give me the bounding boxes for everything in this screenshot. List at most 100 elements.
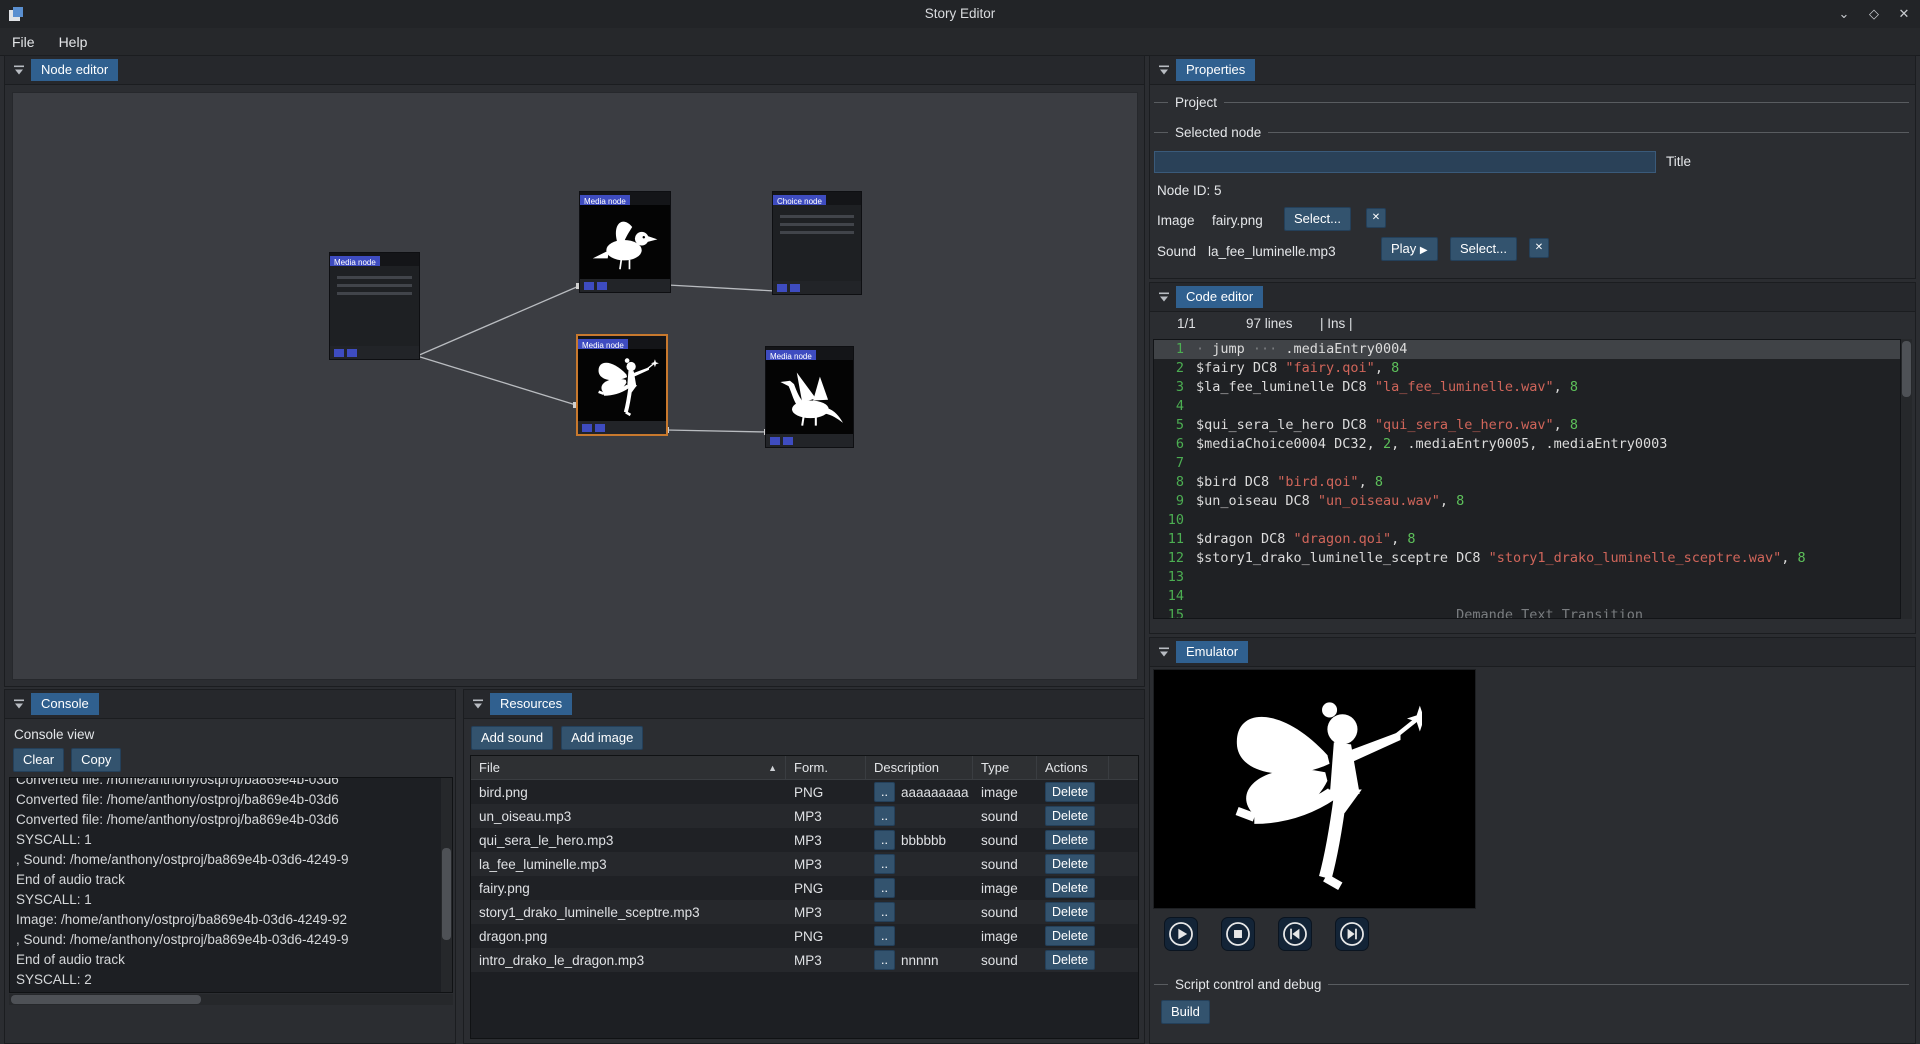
edit-description-button[interactable]: ..: [874, 926, 895, 947]
table-row[interactable]: dragon.pngPNG..imageDelete: [471, 924, 1138, 948]
sound-play-button[interactable]: Play ▶: [1381, 237, 1438, 261]
next-button[interactable]: [1335, 917, 1369, 951]
edit-description-button[interactable]: ..: [874, 950, 895, 971]
delete-button[interactable]: Delete: [1045, 806, 1095, 827]
graph-node-fairy[interactable]: Media node: [576, 334, 668, 436]
delete-button[interactable]: Delete: [1045, 926, 1095, 947]
table-row[interactable]: intro_drako_le_dragon.mp3MP3..nnnnnsound…: [471, 948, 1138, 972]
node-mini-button[interactable]: [334, 349, 344, 357]
node-field-bar: [780, 223, 854, 226]
tab-console[interactable]: Console: [31, 693, 99, 715]
table-row[interactable]: story1_drako_luminelle_sceptre.mp3MP3..s…: [471, 900, 1138, 924]
collapse-icon[interactable]: [1157, 645, 1171, 659]
scrollbar-thumb[interactable]: [1902, 341, 1911, 397]
delete-button[interactable]: Delete: [1045, 854, 1095, 875]
title-input[interactable]: [1154, 151, 1656, 173]
node-mini-button[interactable]: [790, 284, 800, 292]
clear-button[interactable]: Clear: [13, 748, 64, 772]
console-horizontal-scrollbar[interactable]: [9, 994, 453, 1005]
line-number: 12: [1154, 549, 1184, 568]
menu-file[interactable]: File: [0, 30, 47, 54]
collapse-icon[interactable]: [1157, 63, 1171, 77]
node-mini-button[interactable]: [770, 437, 780, 445]
node-mini-button[interactable]: [582, 424, 592, 432]
image-clear-button[interactable]: ✕: [1366, 208, 1386, 228]
node-editor-header: Node editor: [5, 56, 1144, 85]
column-header-description[interactable]: Description: [866, 756, 973, 779]
play-button[interactable]: [1164, 917, 1198, 951]
column-header-file[interactable]: File ▲: [471, 756, 786, 779]
tab-resources[interactable]: Resources: [490, 693, 572, 715]
edit-description-button[interactable]: ..: [874, 830, 895, 851]
collapse-icon[interactable]: [12, 697, 26, 711]
cell-format: MP3: [786, 905, 866, 920]
table-row[interactable]: bird.pngPNG..aaaaaaaaaimageDelete: [471, 780, 1138, 804]
delete-button[interactable]: Delete: [1045, 950, 1095, 971]
delete-button[interactable]: Delete: [1045, 878, 1095, 899]
column-header-actions[interactable]: Actions: [1037, 756, 1109, 779]
graph-node-bird[interactable]: Media node: [579, 191, 671, 293]
delete-button[interactable]: Delete: [1045, 902, 1095, 923]
graph-node-choice[interactable]: Choice node: [772, 191, 862, 295]
node-mini-button[interactable]: [347, 349, 357, 357]
tab-node-editor[interactable]: Node editor: [31, 59, 118, 81]
edit-description-button[interactable]: ..: [874, 782, 895, 803]
console-vertical-scrollbar[interactable]: [441, 778, 452, 993]
title-input-label: Title: [1666, 154, 1691, 169]
copy-button[interactable]: Copy: [71, 748, 121, 772]
minimize-button[interactable]: ⌄: [1834, 4, 1854, 24]
menu-help[interactable]: Help: [47, 30, 100, 54]
node-mini-button[interactable]: [777, 284, 787, 292]
window-title: Story Editor: [0, 6, 1920, 21]
add-sound-button[interactable]: Add sound: [471, 726, 553, 750]
tab-emulator[interactable]: Emulator: [1176, 641, 1248, 663]
code-vertical-scrollbar[interactable]: [1901, 339, 1912, 619]
edit-description-button[interactable]: ..: [874, 878, 895, 899]
cell-file: intro_drako_le_dragon.mp3: [471, 953, 786, 968]
node-mini-button[interactable]: [597, 282, 607, 290]
panel-properties: Properties Project Selected node Title N…: [1149, 55, 1916, 279]
collapse-icon[interactable]: [1157, 290, 1171, 304]
collapse-icon[interactable]: [12, 63, 26, 77]
build-button[interactable]: Build: [1161, 1000, 1210, 1024]
collapse-icon[interactable]: [471, 697, 485, 711]
node-image: [766, 360, 853, 434]
menubar: File Help: [0, 28, 1920, 56]
console-line: Converted file: /home/anthony/ostproj/ba…: [16, 790, 452, 810]
column-header-format[interactable]: Form.: [786, 756, 866, 779]
graph-node-dragon[interactable]: Media node: [765, 346, 854, 448]
delete-button[interactable]: Delete: [1045, 782, 1095, 803]
delete-button[interactable]: Delete: [1045, 830, 1095, 851]
table-row[interactable]: la_fee_luminelle.mp3MP3..soundDelete: [471, 852, 1138, 876]
column-header-type[interactable]: Type: [973, 756, 1037, 779]
node-mini-button[interactable]: [584, 282, 594, 290]
tab-properties[interactable]: Properties: [1176, 59, 1255, 81]
add-image-button[interactable]: Add image: [561, 726, 643, 750]
previous-button[interactable]: [1278, 917, 1312, 951]
node-mini-button[interactable]: [783, 437, 793, 445]
scrollbar-thumb[interactable]: [442, 848, 451, 940]
stop-button[interactable]: [1221, 917, 1255, 951]
sound-select-button[interactable]: Select...: [1450, 237, 1517, 261]
cell-file: la_fee_luminelle.mp3: [471, 857, 786, 872]
table-row[interactable]: qui_sera_le_hero.mp3MP3..bbbbbbsoundDele…: [471, 828, 1138, 852]
sound-clear-button[interactable]: ✕: [1529, 238, 1549, 258]
tab-code-editor[interactable]: Code editor: [1176, 286, 1263, 308]
edit-description-button[interactable]: ..: [874, 902, 895, 923]
code-area[interactable]: 1· jump ··· .mediaEntry00042$fairy DC8 "…: [1153, 339, 1901, 619]
edit-description-button[interactable]: ..: [874, 806, 895, 827]
edit-description-button[interactable]: ..: [874, 854, 895, 875]
node-canvas[interactable]: Media node Media node Choice node Media nod…: [12, 92, 1138, 680]
scrollbar-thumb[interactable]: [11, 995, 201, 1004]
cell-actions: Delete: [1037, 806, 1109, 827]
code-line: 14: [1154, 587, 1900, 606]
maximize-button[interactable]: ◇: [1864, 4, 1884, 24]
table-row[interactable]: un_oiseau.mp3MP3..soundDelete: [471, 804, 1138, 828]
cell-file: story1_drako_luminelle_sceptre.mp3: [471, 905, 786, 920]
node-mini-button[interactable]: [595, 424, 605, 432]
close-button[interactable]: ✕: [1894, 4, 1914, 24]
table-row[interactable]: fairy.pngPNG..imageDelete: [471, 876, 1138, 900]
image-select-button[interactable]: Select...: [1284, 207, 1351, 231]
graph-node-start[interactable]: Media node: [329, 252, 420, 360]
cell-file: qui_sera_le_hero.mp3: [471, 833, 786, 848]
